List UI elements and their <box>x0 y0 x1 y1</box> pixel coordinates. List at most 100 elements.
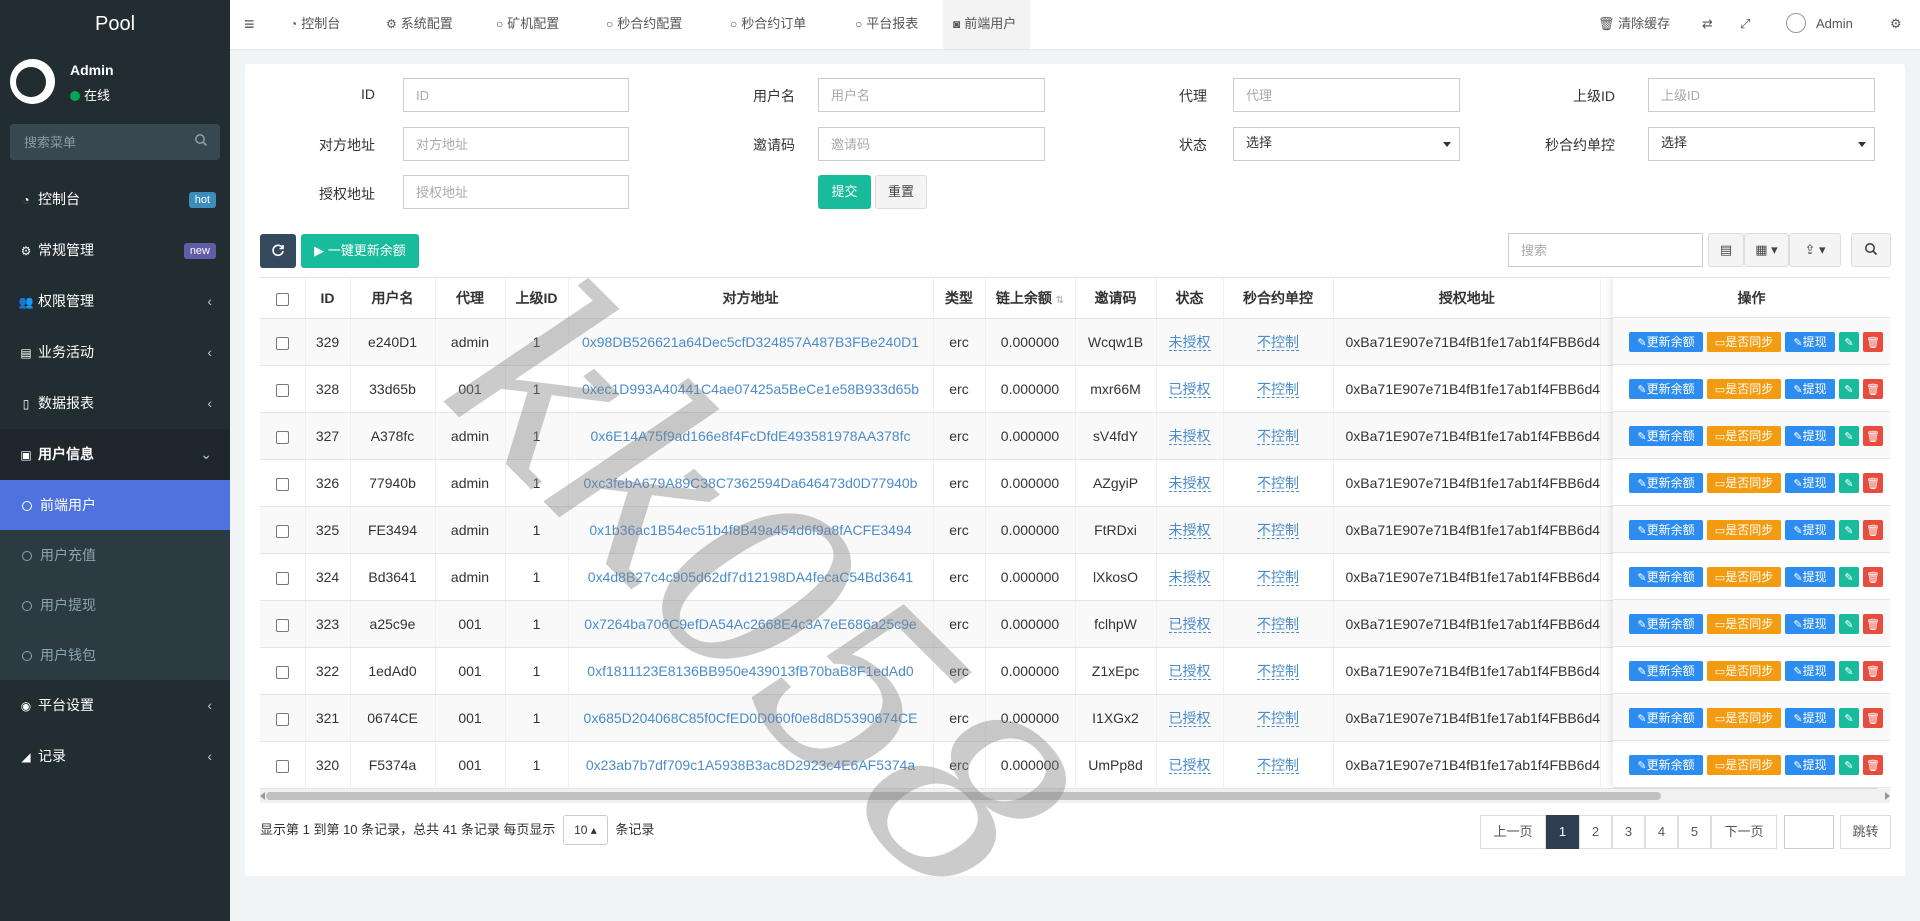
col-header-agent[interactable]: 代理 <box>435 277 506 319</box>
update-balance-button[interactable]: ✎更新余额 <box>1629 473 1703 493</box>
next-page-button[interactable]: 下一页 <box>1711 815 1777 849</box>
translate-icon[interactable]: ⇄ <box>1702 0 1713 49</box>
delete-button[interactable]: 🗑 <box>1863 661 1883 681</box>
cell-address[interactable]: 0xec1D993A40441C4ae07425a5BeCe1e58B933d6… <box>568 365 934 413</box>
submit-button[interactable]: 提交 <box>818 175 871 209</box>
delete-button[interactable]: 🗑 <box>1863 379 1883 399</box>
col-header-address[interactable]: 对方地址 <box>568 277 934 319</box>
row-checkbox[interactable] <box>275 336 289 350</box>
row-checkbox[interactable] <box>275 430 289 444</box>
delete-button[interactable]: 🗑 <box>1863 426 1883 446</box>
cell-address[interactable]: 0x1b36ac1B54ec51b4f8B49a454d6f9a8fACFE34… <box>568 506 934 554</box>
sync-button[interactable]: ▭是否同步 <box>1707 426 1781 446</box>
row-checkbox[interactable] <box>275 571 289 585</box>
edit-button[interactable]: ✎ <box>1839 567 1859 587</box>
filter-peer-address-input[interactable] <box>403 127 629 161</box>
delete-button[interactable]: 🗑 <box>1863 755 1883 775</box>
tab-dashboard[interactable]: ◔ 控制台 <box>280 0 350 49</box>
delete-button[interactable]: 🗑 <box>1863 332 1883 352</box>
admin-menu[interactable]: Admin <box>1786 0 1853 49</box>
sidebar-item-reports[interactable]: ▯ 数据报表 ‹ <box>0 378 230 429</box>
sync-button[interactable]: ▭是否同步 <box>1707 332 1781 352</box>
edit-button[interactable]: ✎ <box>1839 708 1859 728</box>
menu-toggle-icon[interactable]: ≡ <box>244 14 255 35</box>
tab-system-config[interactable]: ⚙ 系统配置 <box>376 0 463 49</box>
cell-address[interactable]: 0xc3febA679A89C38C7362594Da646473d0D7794… <box>568 459 934 507</box>
update-all-balance-button[interactable]: ▶ 一键更新余额 <box>301 234 419 268</box>
select-all-checkbox[interactable] <box>275 292 289 306</box>
jump-button[interactable]: 跳转 <box>1840 815 1891 849</box>
edit-button[interactable]: ✎ <box>1839 332 1859 352</box>
sidebar-item-platform-settings[interactable]: ◉ 平台设置 ‹ <box>0 680 230 731</box>
update-balance-button[interactable]: ✎更新余额 <box>1629 379 1703 399</box>
cell-status[interactable]: 未授权 <box>1156 506 1224 554</box>
sync-button[interactable]: ▭是否同步 <box>1707 567 1781 587</box>
filter-id-input[interactable] <box>403 78 629 112</box>
row-checkbox[interactable] <box>275 665 289 679</box>
cell-status[interactable]: 未授权 <box>1156 412 1224 460</box>
scroll-left-icon[interactable] <box>260 792 265 800</box>
page-button[interactable]: 2 <box>1579 815 1612 849</box>
cell-control[interactable]: 不控制 <box>1223 553 1334 601</box>
cell-address[interactable]: 0x4d8B27c4c905d62df7d12198DA4fecaC54Bd36… <box>568 553 934 601</box>
edit-button[interactable]: ✎ <box>1839 755 1859 775</box>
withdraw-button[interactable]: ✎提现 <box>1785 473 1835 493</box>
withdraw-button[interactable]: ✎提现 <box>1785 567 1835 587</box>
cell-address[interactable]: 0xf1811123E8136BB950e439013fB70baB8F1edA… <box>568 647 934 695</box>
cell-control[interactable]: 不控制 <box>1223 600 1334 648</box>
update-balance-button[interactable]: ✎更新余额 <box>1629 426 1703 446</box>
cell-control[interactable]: 不控制 <box>1223 694 1334 742</box>
filter-agent-input[interactable] <box>1233 78 1460 112</box>
row-checkbox[interactable] <box>275 524 289 538</box>
cell-control[interactable]: 不控制 <box>1223 506 1334 554</box>
sync-button[interactable]: ▭是否同步 <box>1707 379 1781 399</box>
table-search-input[interactable] <box>1508 233 1703 267</box>
cell-status[interactable]: 未授权 <box>1156 318 1224 366</box>
sidebar-item-frontend-users[interactable]: 前端用户 <box>0 480 230 530</box>
jump-page-input[interactable] <box>1784 815 1834 849</box>
cell-control[interactable]: 不控制 <box>1223 412 1334 460</box>
cell-address[interactable]: 0x6E14A75f9ad166e8f4FcDfdE493581978AA378… <box>568 412 934 460</box>
delete-button[interactable]: 🗑 <box>1863 520 1883 540</box>
cell-status[interactable]: 未授权 <box>1156 553 1224 601</box>
update-balance-button[interactable]: ✎更新余额 <box>1629 708 1703 728</box>
sidebar-item-general[interactable]: ⚙ 常规管理 new <box>0 225 230 276</box>
edit-button[interactable]: ✎ <box>1839 614 1859 634</box>
edit-button[interactable]: ✎ <box>1839 661 1859 681</box>
sync-button[interactable]: ▭是否同步 <box>1707 708 1781 728</box>
settings-icon[interactable]: ⚙ <box>1890 0 1902 49</box>
delete-button[interactable]: 🗑 <box>1863 567 1883 587</box>
cell-control[interactable]: 不控制 <box>1223 365 1334 413</box>
delete-button[interactable]: 🗑 <box>1863 473 1883 493</box>
sidebar-item-dashboard[interactable]: ◔ 控制台 hot <box>0 174 230 225</box>
row-checkbox[interactable] <box>275 759 289 773</box>
cell-status[interactable]: 已授权 <box>1156 694 1224 742</box>
edit-button[interactable]: ✎ <box>1839 520 1859 540</box>
withdraw-button[interactable]: ✎提现 <box>1785 379 1835 399</box>
cell-status[interactable]: 已授权 <box>1156 365 1224 413</box>
sidebar-item-user-withdraw[interactable]: 用户提现 <box>0 580 230 630</box>
sidebar-item-user-wallet[interactable]: 用户钱包 <box>0 630 230 680</box>
withdraw-button[interactable]: ✎提现 <box>1785 708 1835 728</box>
update-balance-button[interactable]: ✎更新余额 <box>1629 567 1703 587</box>
sidebar-item-userinfo[interactable]: ▣ 用户信息 ⌄ <box>0 429 230 480</box>
tab-contract-config[interactable]: ○ 秒合约配置 <box>596 0 692 49</box>
delete-button[interactable]: 🗑 <box>1863 708 1883 728</box>
col-header-auth-address[interactable]: 授权地址 <box>1333 277 1602 319</box>
cell-address[interactable]: 0x685D204068C85f0CfED0D060f0e8d8D5390674… <box>568 694 934 742</box>
filter-invite-code-input[interactable] <box>818 127 1045 161</box>
cell-address[interactable]: 0x7264ba706C9efDA54Ac2668E4c3A7eE686a25c… <box>568 600 934 648</box>
update-balance-button[interactable]: ✎更新余额 <box>1629 332 1703 352</box>
col-header-username[interactable]: 用户名 <box>350 277 436 319</box>
row-checkbox[interactable] <box>275 618 289 632</box>
col-header-contract-control[interactable]: 秒合约单控 <box>1223 277 1334 319</box>
withdraw-button[interactable]: ✎提现 <box>1785 755 1835 775</box>
filter-username-input[interactable] <box>818 78 1045 112</box>
tab-platform-reports[interactable]: ○ 平台报表 <box>845 0 928 49</box>
page-button[interactable]: 4 <box>1645 815 1678 849</box>
edit-button[interactable]: ✎ <box>1839 473 1859 493</box>
col-header-balance[interactable]: 链上余额 ⇅ <box>985 277 1076 319</box>
cell-control[interactable]: 不控制 <box>1223 459 1334 507</box>
sync-button[interactable]: ▭是否同步 <box>1707 614 1781 634</box>
scroll-right-icon[interactable] <box>1885 792 1890 800</box>
